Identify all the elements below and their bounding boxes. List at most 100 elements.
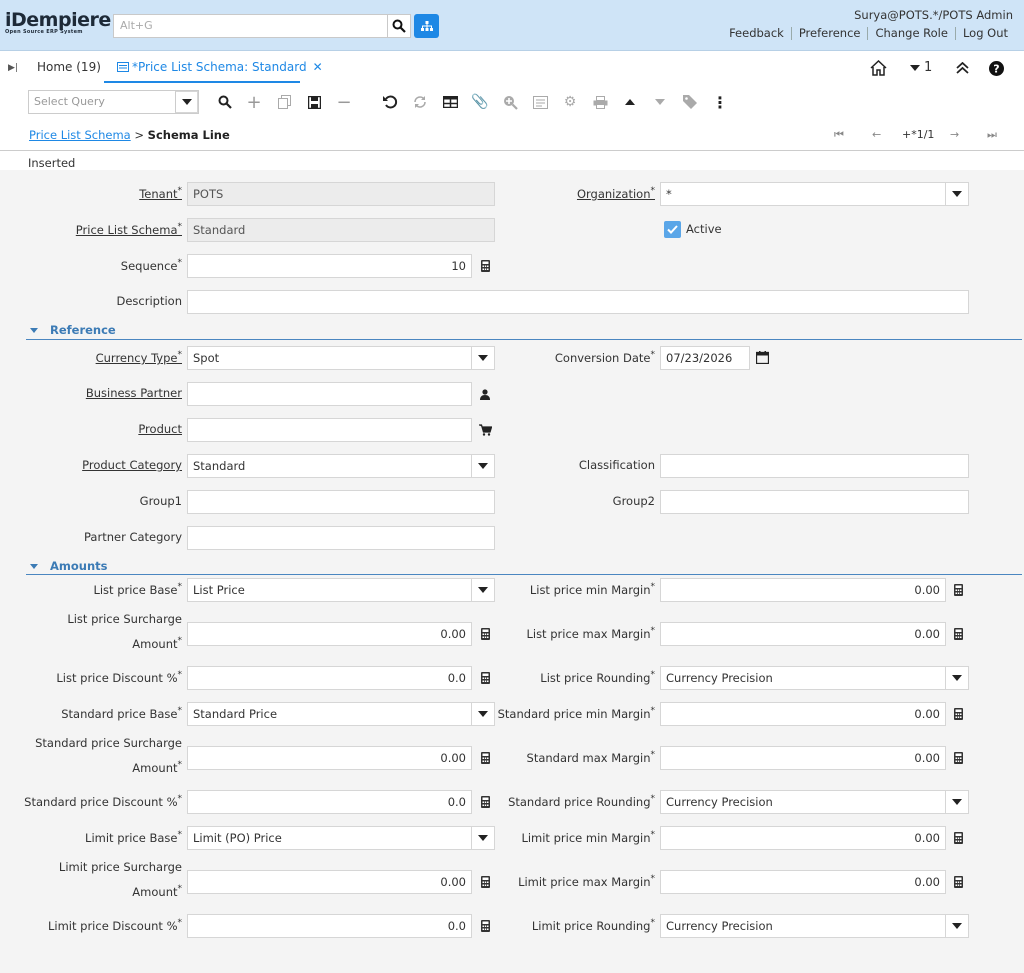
lp_min-field[interactable]: 0.00 [660,578,946,602]
change-role-link[interactable]: Change Role [867,27,954,40]
sp_base-dropdown[interactable] [472,702,495,726]
description-field[interactable] [187,290,969,314]
section-reference-header[interactable]: Reference [30,323,116,337]
calculator-icon[interactable] [478,875,492,889]
last-record-icon[interactable]: ⏭ [987,128,997,142]
search-button[interactable] [387,14,411,38]
zoom-across-button[interactable] [501,93,519,111]
grid-toggle-button[interactable] [441,93,459,111]
product-field[interactable] [187,418,472,442]
group2-field[interactable] [660,490,969,514]
breadcrumb-parent-link[interactable]: Price List Schema [29,128,131,142]
undo-button[interactable] [381,93,399,111]
calculator-icon[interactable] [951,875,965,889]
sequence-field[interactable]: 10 [187,254,472,278]
next-arrow-icon[interactable]: → [950,128,959,141]
lm_min-field[interactable]: 0.00 [660,826,946,850]
lm_base-field[interactable]: Limit (PO) Price [187,826,472,850]
sp_base-field[interactable]: Standard Price [187,702,472,726]
calculator-icon[interactable] [478,795,492,809]
active-checkbox[interactable] [664,221,681,238]
expand-west-icon[interactable]: ▶​| [8,63,18,73]
lm_round-field[interactable]: Currency Precision [660,914,946,938]
lm_sur-field[interactable]: 0.00 [187,870,472,894]
classification-field[interactable] [660,454,969,478]
lp_sur-field[interactable]: 0.00 [187,622,472,646]
organization-field[interactable]: * [660,182,946,206]
next-record-button[interactable] [651,93,669,111]
calculator-icon[interactable] [951,583,965,597]
previous-record-button[interactable] [621,93,639,111]
partner-category-field[interactable] [187,526,495,550]
lp_base-field[interactable]: List Price [187,578,472,602]
window-count-dropdown[interactable]: 1 [910,60,932,75]
calculator-icon[interactable] [951,751,965,765]
shopping-cart-icon[interactable] [478,423,492,437]
print-button[interactable] [591,93,609,111]
home-icon[interactable] [870,60,887,76]
sp_round-dropdown[interactable] [946,790,969,814]
collapse-caret-icon [30,328,38,333]
chevron-down-icon [478,463,488,469]
find-button[interactable] [216,93,234,111]
report-button[interactable] [531,93,549,111]
sp_min-field[interactable]: 0.00 [660,702,946,726]
select-query-dropdown[interactable] [175,91,198,113]
sp_disc-field[interactable]: 0.0 [187,790,472,814]
close-tab-icon[interactable]: ✕ [313,60,323,74]
tab-price-list-schema[interactable]: *Price List Schema: Standard ✕ [117,60,323,74]
calculator-icon[interactable] [478,627,492,641]
product-category-dropdown[interactable] [472,454,495,478]
logout-link[interactable]: Log Out [954,27,1015,40]
product-category-field[interactable]: Standard [187,454,472,478]
lm_disc-field[interactable]: 0.0 [187,914,472,938]
section-amounts-header[interactable]: Amounts [30,559,108,573]
lm_max-field[interactable]: 0.00 [660,870,946,894]
select-query-combobox[interactable]: Select Query [28,90,199,114]
menu-tree-button[interactable] [414,14,439,38]
calculator-icon[interactable] [951,707,965,721]
tag-button[interactable] [681,93,699,111]
global-search-input[interactable]: Alt+G [113,14,388,38]
sp_round-field[interactable]: Currency Precision [660,790,946,814]
copy-record-button[interactable] [275,93,293,111]
refresh-button[interactable] [411,93,429,111]
more-options-button[interactable]: ⋮ [711,93,729,112]
lp_round-dropdown[interactable] [946,666,969,690]
help-icon[interactable]: ? [989,61,1004,76]
currency-type-field[interactable]: Spot [187,346,472,370]
group1-field[interactable] [187,490,495,514]
tab-home[interactable]: Home (19) [37,60,101,74]
lp_base-dropdown[interactable] [472,578,495,602]
delete-button[interactable]: − [335,92,353,113]
sp_sur-field[interactable]: 0.00 [187,746,472,770]
calculator-icon[interactable] [478,919,492,933]
calendar-icon[interactable] [755,350,769,364]
app-logo[interactable]: iDempiere Open Source ERP System [5,11,111,36]
lm_base-dropdown[interactable] [472,826,495,850]
calculator-icon[interactable] [951,627,965,641]
calculator-icon[interactable] [478,259,492,273]
process-button[interactable]: ⚙ [561,93,579,111]
collapse-up-icon[interactable] [956,62,969,74]
preference-link[interactable]: Preference [790,27,868,40]
new-record-button[interactable]: + [245,92,263,113]
lm_round-dropdown[interactable] [946,914,969,938]
first-record-icon[interactable]: ⏮ [834,128,844,142]
calculator-icon[interactable] [951,831,965,845]
sp_max-field[interactable]: 0.00 [660,746,946,770]
lp_max-field[interactable]: 0.00 [660,622,946,646]
currency-type-dropdown[interactable] [472,346,495,370]
lp_disc-field[interactable]: 0.0 [187,666,472,690]
business-partner-field[interactable] [187,382,472,406]
conversion-date-field[interactable]: 07/23/2026 [660,346,750,370]
feedback-link[interactable]: Feedback [722,27,791,40]
calculator-icon[interactable] [478,671,492,685]
previous-arrow-icon[interactable]: ← [872,128,881,141]
attachment-button[interactable]: 📎 [471,93,489,111]
organization-dropdown[interactable] [946,182,969,206]
lp_round-field[interactable]: Currency Precision [660,666,946,690]
person-icon[interactable] [478,387,492,401]
save-button[interactable] [305,93,323,111]
calculator-icon[interactable] [478,751,492,765]
